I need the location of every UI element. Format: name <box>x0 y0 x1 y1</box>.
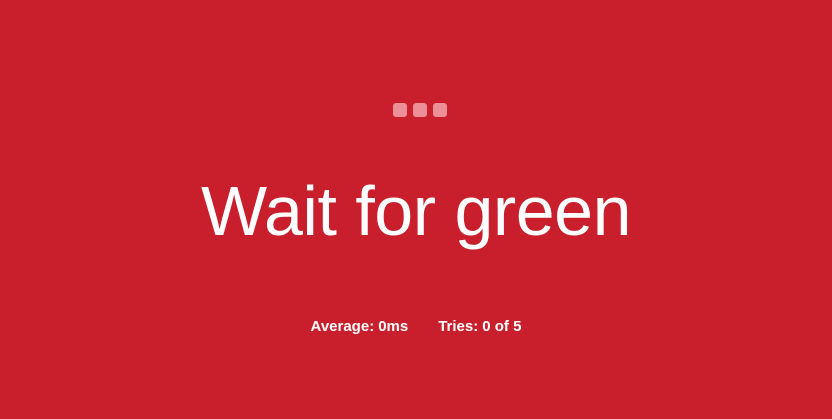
tries-label: Tries: <box>438 318 479 335</box>
tries-value: 0 of 5 <box>482 318 522 335</box>
average-stat: Average: 0ms <box>311 317 409 337</box>
reaction-test-area[interactable]: Wait for green Average: 0ms Tries: 0 of … <box>0 0 832 419</box>
dot <box>413 103 427 117</box>
instruction-title: Wait for green <box>200 172 632 250</box>
average-value: 0ms <box>378 318 409 335</box>
three-dots-icon <box>393 103 447 117</box>
dot <box>433 103 447 117</box>
tries-stat: Tries: 0 of 5 <box>438 317 521 337</box>
stats-bar: Average: 0ms Tries: 0 of 5 <box>0 317 832 337</box>
average-label: Average: <box>310 318 375 335</box>
dot <box>393 103 407 117</box>
